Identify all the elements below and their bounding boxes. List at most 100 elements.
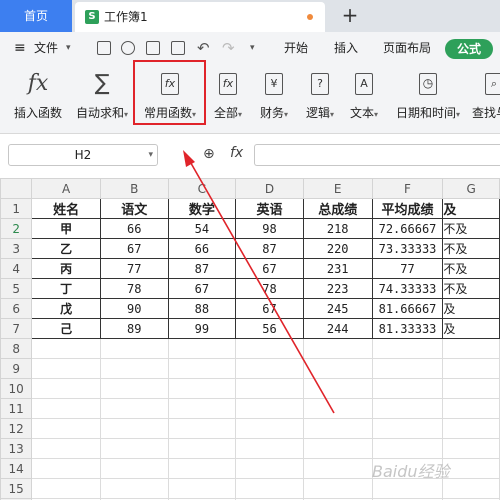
cell[interactable]: 及 xyxy=(442,318,500,339)
cell[interactable]: 72.66667 xyxy=(371,218,444,239)
save-icon[interactable] xyxy=(97,41,111,55)
row-header[interactable]: 3 xyxy=(0,238,33,259)
cell[interactable] xyxy=(235,398,304,419)
cell[interactable] xyxy=(302,398,373,419)
cell[interactable] xyxy=(167,438,237,459)
quick-access-chevron-icon[interactable]: ▾ xyxy=(250,32,255,64)
logic-button[interactable]: ? 逻辑▾ xyxy=(300,70,340,126)
cell[interactable]: 81.66667 xyxy=(371,298,444,319)
cell[interactable] xyxy=(302,378,373,399)
name-box[interactable]: H2 ▾ xyxy=(8,144,158,166)
cell[interactable]: 语文 xyxy=(99,198,169,219)
new-tab-button[interactable]: + xyxy=(340,0,360,32)
tab-workbook[interactable]: S 工作簿1 xyxy=(75,2,325,32)
column-header-f[interactable]: F xyxy=(371,178,444,199)
cell[interactable] xyxy=(167,418,237,439)
cell[interactable] xyxy=(31,398,101,419)
cell[interactable]: 英语 xyxy=(235,198,304,219)
cell[interactable]: 88 xyxy=(167,298,237,319)
cell[interactable] xyxy=(99,358,169,379)
cell[interactable] xyxy=(371,358,444,379)
cell[interactable] xyxy=(442,398,500,419)
row-header[interactable]: 1 xyxy=(0,198,33,219)
cell[interactable] xyxy=(442,338,500,359)
chevron-down-icon[interactable]: ▾ xyxy=(66,32,71,64)
cell[interactable] xyxy=(302,438,373,459)
cell[interactable]: 数学 xyxy=(167,198,237,219)
cell[interactable]: 223 xyxy=(302,278,373,299)
cell[interactable] xyxy=(302,478,373,499)
cell[interactable]: 不及 xyxy=(442,278,500,299)
lookup-button[interactable]: ⌕ 查找与 xyxy=(472,70,500,126)
column-header-c[interactable]: C xyxy=(167,178,237,199)
tab-formula[interactable]: 公式 xyxy=(445,39,493,59)
cell[interactable]: 66 xyxy=(99,218,169,239)
cell[interactable]: 67 xyxy=(167,278,237,299)
text-button[interactable]: A 文本▾ xyxy=(344,70,384,126)
row-header[interactable]: 2 xyxy=(0,218,33,239)
cell[interactable] xyxy=(235,478,304,499)
cell[interactable]: 姓名 xyxy=(31,198,101,219)
cell[interactable] xyxy=(442,478,500,499)
cell[interactable]: 87 xyxy=(235,238,304,259)
select-all-corner[interactable] xyxy=(0,178,33,199)
cell[interactable] xyxy=(167,478,237,499)
print-icon[interactable] xyxy=(146,41,160,55)
cell[interactable] xyxy=(371,338,444,359)
tab-insert[interactable]: 插入 xyxy=(334,32,358,64)
zoom-icon[interactable]: ⊕ xyxy=(203,146,215,162)
row-header[interactable]: 14 xyxy=(0,458,33,479)
finance-button[interactable]: ¥ 财务▾ xyxy=(254,70,294,126)
column-header-g[interactable]: G xyxy=(442,178,500,199)
row-header[interactable]: 12 xyxy=(0,418,33,439)
cell[interactable] xyxy=(167,458,237,479)
cell[interactable]: 66 xyxy=(167,238,237,259)
hamburger-icon[interactable]: ≡ xyxy=(14,32,26,64)
cell[interactable]: 245 xyxy=(302,298,373,319)
cell[interactable]: 90 xyxy=(99,298,169,319)
cell[interactable]: 231 xyxy=(302,258,373,279)
column-header-e[interactable]: E xyxy=(302,178,373,199)
cell[interactable]: 78 xyxy=(99,278,169,299)
cell[interactable]: 及 xyxy=(442,298,500,319)
cell[interactable] xyxy=(31,338,101,359)
cell[interactable]: 54 xyxy=(167,218,237,239)
cell[interactable]: 及 xyxy=(442,198,500,219)
cell[interactable]: 不及 xyxy=(442,218,500,239)
cell[interactable] xyxy=(442,378,500,399)
cell[interactable] xyxy=(302,338,373,359)
datetime-button[interactable]: ◷ 日期和时间▾ xyxy=(390,70,466,126)
print-preview-icon[interactable] xyxy=(171,41,185,55)
cell[interactable] xyxy=(99,338,169,359)
cell[interactable]: 67 xyxy=(235,298,304,319)
cell[interactable] xyxy=(31,458,101,479)
insert-function-button[interactable]: fx 插入函数 xyxy=(8,70,68,126)
row-header[interactable]: 4 xyxy=(0,258,33,279)
autosum-button[interactable]: ∑ 自动求和▾ xyxy=(72,70,132,126)
cell[interactable]: 67 xyxy=(99,238,169,259)
cell[interactable]: 丙 xyxy=(31,258,101,279)
cell[interactable]: 73.33333 xyxy=(371,238,444,259)
cell[interactable] xyxy=(167,358,237,379)
tab-page-layout[interactable]: 页面布局 xyxy=(383,32,431,64)
row-header[interactable]: 10 xyxy=(0,378,33,399)
cell[interactable] xyxy=(31,438,101,459)
cell[interactable] xyxy=(167,338,237,359)
cell[interactable] xyxy=(235,418,304,439)
cell[interactable] xyxy=(371,418,444,439)
cell[interactable]: 220 xyxy=(302,238,373,259)
cell[interactable]: 甲 xyxy=(31,218,101,239)
cell[interactable] xyxy=(371,438,444,459)
cell[interactable] xyxy=(167,398,237,419)
cell[interactable]: 87 xyxy=(167,258,237,279)
cell[interactable]: 平均成绩 xyxy=(371,198,444,219)
cell[interactable] xyxy=(99,398,169,419)
export-icon[interactable] xyxy=(121,41,135,55)
cell[interactable] xyxy=(442,418,500,439)
cell[interactable] xyxy=(235,438,304,459)
cell[interactable] xyxy=(31,358,101,379)
cell[interactable]: 乙 xyxy=(31,238,101,259)
row-header[interactable]: 7 xyxy=(0,318,33,339)
cell[interactable] xyxy=(31,378,101,399)
tab-start[interactable]: 开始 xyxy=(284,32,308,64)
